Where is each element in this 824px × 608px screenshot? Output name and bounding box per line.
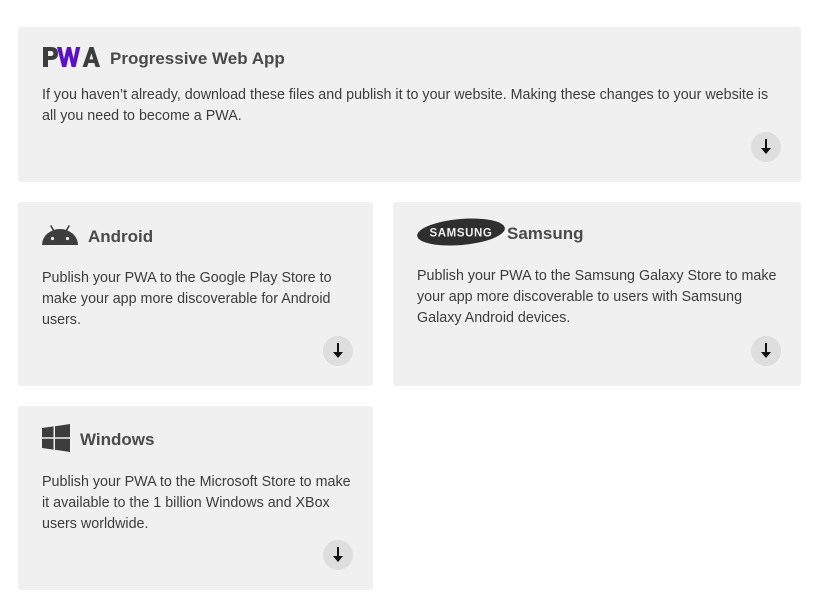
pwa-card-header: Progressive Web App — [42, 46, 285, 73]
samsung-card: SAMSUNG Samsung Publish your PWA to the … — [393, 202, 801, 386]
svg-text:SAMSUNG: SAMSUNG — [430, 227, 493, 239]
windows-card-description: Publish your PWA to the Microsoft Store … — [42, 474, 351, 532]
download-arrow-icon — [760, 343, 772, 359]
windows-card-title: Windows — [80, 430, 155, 449]
pwa-card-title: Progressive Web App — [110, 49, 285, 68]
android-card-header: Android — [42, 224, 154, 251]
samsung-download-button[interactable] — [751, 336, 781, 366]
android-download-button[interactable] — [323, 336, 353, 366]
samsung-logo-icon: SAMSUNG — [417, 217, 505, 252]
windows-download-button[interactable] — [323, 540, 353, 570]
samsung-card-title: Samsung — [507, 224, 584, 243]
android-icon — [42, 224, 78, 251]
windows-icon — [42, 423, 70, 457]
pwa-card: Progressive Web App If you haven’t alrea… — [18, 27, 801, 182]
windows-card-header: Windows — [42, 423, 155, 452]
download-arrow-icon — [332, 547, 344, 563]
samsung-card-description: Publish your PWA to the Samsung Galaxy S… — [417, 268, 777, 326]
samsung-card-header: SAMSUNG Samsung — [417, 217, 584, 246]
publish-page: Progressive Web App If you haven’t alrea… — [0, 0, 824, 608]
download-arrow-icon — [760, 139, 772, 155]
pwa-download-button[interactable] — [751, 132, 781, 162]
download-arrow-icon — [332, 343, 344, 359]
pwa-card-description: If you haven’t already, download these f… — [42, 87, 769, 124]
pwa-logo-icon — [42, 46, 100, 73]
android-card-title: Android — [88, 227, 154, 246]
android-card-description: Publish your PWA to the Google Play Stor… — [42, 270, 332, 328]
android-card: Android Publish your PWA to the Google P… — [18, 202, 373, 386]
windows-card: Windows Publish your PWA to the Microsof… — [18, 406, 373, 590]
